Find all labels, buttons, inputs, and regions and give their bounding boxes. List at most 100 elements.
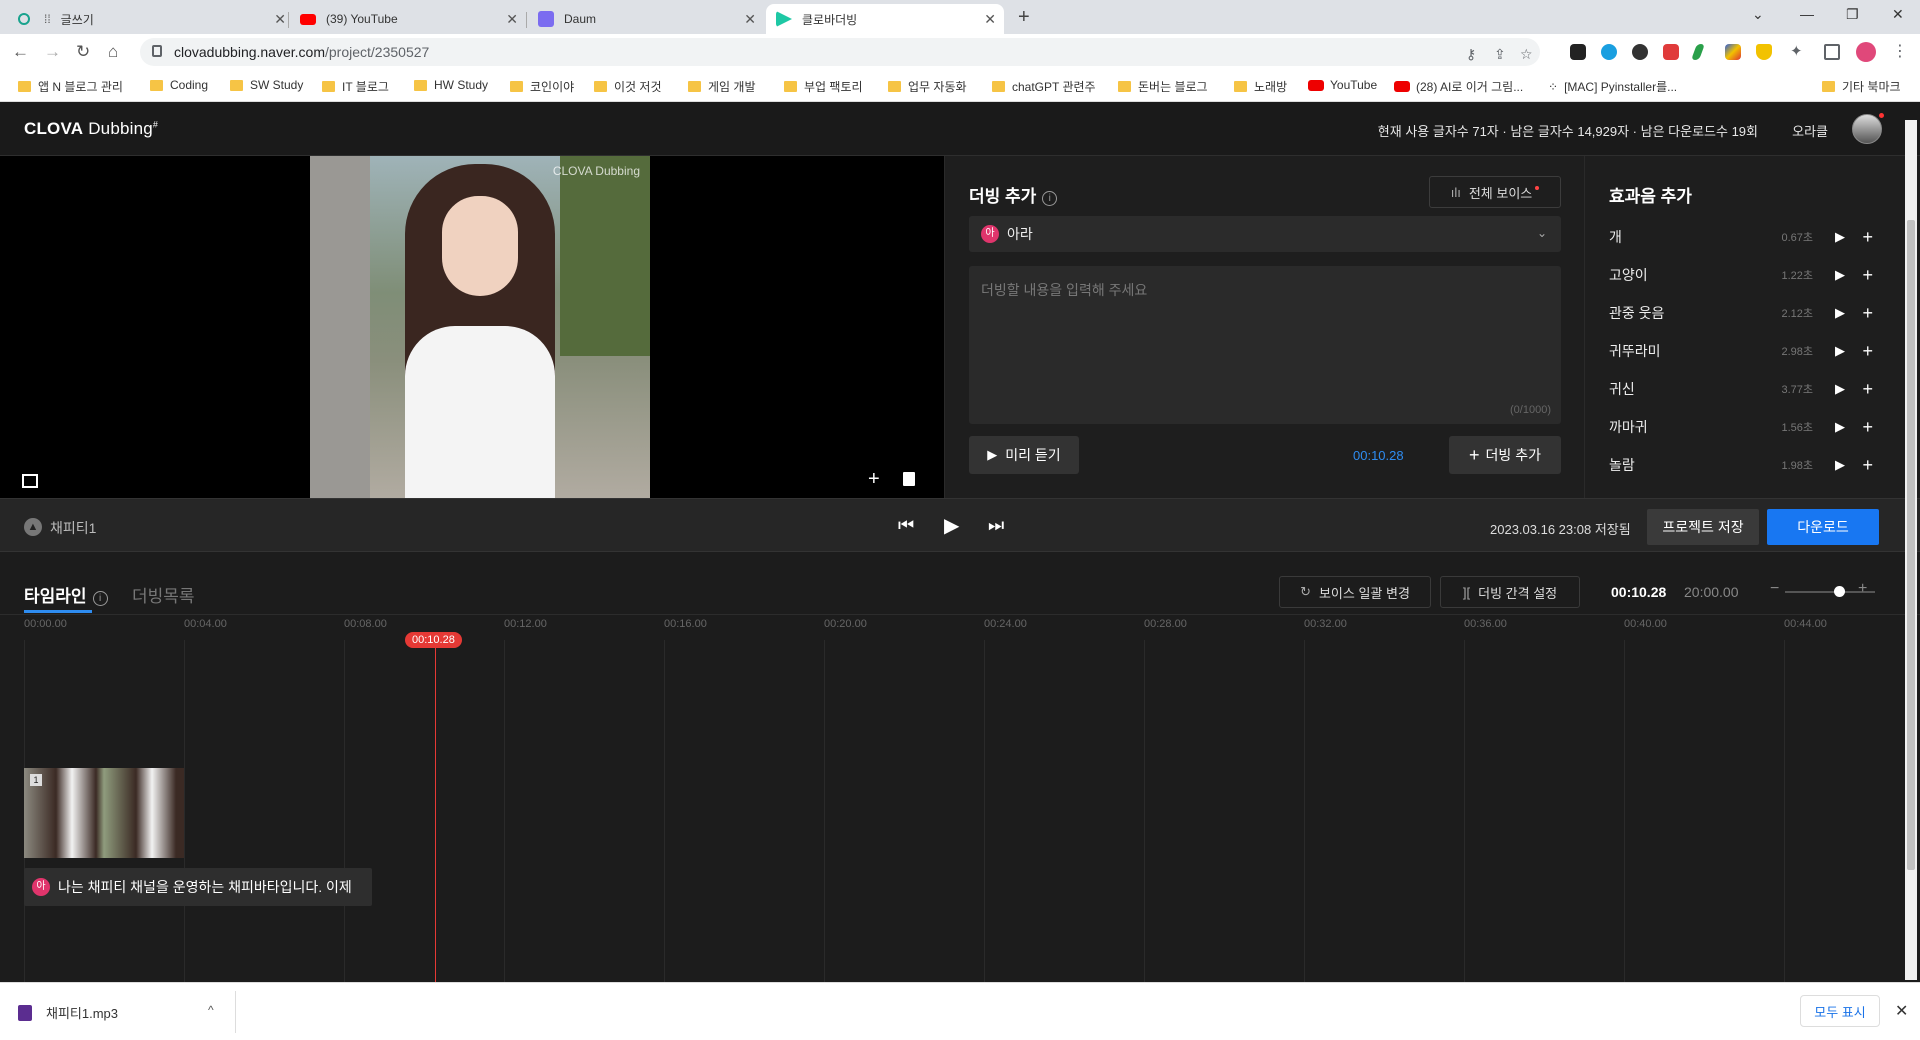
downloaded-file[interactable]: 채피티1.mp3	[18, 1003, 118, 1022]
chevron-up-icon[interactable]: ▲	[24, 518, 42, 536]
close-tab-icon[interactable]: ✕	[506, 11, 518, 28]
play-icon[interactable]: ▶	[1835, 419, 1845, 435]
address-bar[interactable]: clovadubbing.naver.com/project/2350527 ⚷…	[140, 38, 1540, 66]
show-all-button[interactable]: 모두 표시	[1800, 995, 1880, 1027]
bookmark-folder[interactable]: 돈버는 블로그	[1118, 78, 1208, 95]
add-dubbing-button[interactable]: + 더빙 추가	[1449, 436, 1561, 474]
user-name[interactable]: 오라클	[1792, 121, 1828, 140]
sfx-item[interactable]: 귀뚜라미 2.98초 ▶ +	[1609, 332, 1879, 370]
sfx-item[interactable]: 고양이 1.22초 ▶ +	[1609, 256, 1879, 294]
close-tab-icon[interactable]: ✕	[984, 11, 996, 28]
reload-icon[interactable]: ↻	[76, 42, 90, 62]
sfx-item[interactable]: 개 0.67초 ▶ +	[1609, 218, 1879, 256]
browser-tab[interactable]: (39) YouTube ✕	[290, 4, 526, 34]
play-icon[interactable]: ▶	[1835, 229, 1845, 245]
bookmark-folder[interactable]: IT 블로그	[322, 78, 389, 95]
page-scrollbar[interactable]	[1905, 120, 1917, 980]
bookmark-folder[interactable]: 부업 팩토리	[784, 78, 863, 95]
play-icon[interactable]: ▶	[1835, 343, 1845, 359]
minimize-icon[interactable]: —	[1800, 6, 1814, 22]
chrome-menu-icon[interactable]: ⋮	[1892, 44, 1908, 60]
close-icon[interactable]: ✕	[1895, 1001, 1908, 1021]
browser-tab[interactable]: ⁞⁞ 글쓰기 ✕	[8, 4, 294, 34]
back-icon[interactable]: ←	[12, 42, 29, 62]
close-tab-icon[interactable]: ✕	[274, 11, 286, 28]
bookmark-link[interactable]: (28) AI로 이거 그림...	[1394, 78, 1523, 95]
zoom-out-icon[interactable]: −	[1770, 580, 1779, 598]
voice-batch-change-button[interactable]: ↻ 보이스 일괄 변경	[1279, 576, 1431, 608]
tab-timeline[interactable]: 타임라인 i	[24, 582, 108, 607]
play-icon[interactable]: ▶	[944, 513, 959, 538]
info-icon[interactable]: i	[92, 591, 108, 606]
timeline-ruler[interactable]: 00:00.00 00:04.00 00:08.00 00:12.00 00:1…	[0, 618, 1920, 982]
playhead-time-label[interactable]: 00:10.28	[405, 632, 462, 648]
plus-icon[interactable]: +	[1862, 227, 1873, 248]
zoom-in-icon[interactable]: +	[1858, 580, 1867, 598]
play-icon[interactable]: ▶	[1835, 267, 1845, 283]
browser-tab[interactable]: Daum ✕	[528, 4, 764, 34]
plus-icon[interactable]: +	[1862, 379, 1873, 400]
zoom-slider-thumb[interactable]	[1834, 586, 1845, 597]
plus-icon[interactable]: +	[1862, 417, 1873, 438]
profile-avatar-icon[interactable]	[1856, 42, 1876, 62]
skip-back-icon[interactable]: ⏮	[898, 515, 914, 536]
voice-select[interactable]: 아 아라 ⌄	[969, 216, 1561, 252]
bookmark-folder[interactable]: chatGPT 관련주	[992, 78, 1096, 95]
subtitle-off-icon[interactable]	[22, 474, 38, 488]
info-icon[interactable]: i	[1042, 191, 1058, 206]
bookmark-folder[interactable]: Coding	[150, 78, 208, 92]
avatar[interactable]	[1852, 114, 1882, 144]
forward-icon[interactable]: →	[44, 42, 61, 62]
bookmark-folder[interactable]: 이것 저것	[594, 78, 662, 95]
bookmark-folder[interactable]: 앱 N 블로그 관리	[18, 78, 123, 95]
bookmark-folder[interactable]: HW Study	[414, 78, 488, 92]
share-icon[interactable]: ⇪	[1494, 46, 1506, 63]
chevron-up-icon[interactable]: ^	[208, 1003, 214, 1017]
dubbing-interval-button[interactable]: ][더빙 간격 설정	[1440, 576, 1580, 608]
extension-b-icon[interactable]	[1570, 44, 1586, 60]
extension-shield-icon[interactable]	[1756, 44, 1772, 60]
voice-clip[interactable]: 아 나는 채피티 채널을 운영하는 채피바타입니다. 이제	[24, 868, 372, 906]
sfx-item[interactable]: 귀신 3.77초 ▶ +	[1609, 370, 1879, 408]
plus-icon[interactable]: +	[1862, 341, 1873, 362]
bookmark-star-icon[interactable]: ☆	[1520, 46, 1533, 63]
extension-chat-icon[interactable]	[1601, 44, 1617, 60]
bookmark-link[interactable]: YouTube	[1308, 78, 1377, 92]
other-bookmarks[interactable]: 기타 북마크	[1822, 78, 1901, 95]
tab-dubbing-list[interactable]: 더빙목록	[132, 582, 195, 607]
bookmark-folder[interactable]: SW Study	[230, 78, 303, 92]
maximize-icon[interactable]: ❐	[1846, 6, 1859, 23]
extension-compass-icon[interactable]	[1632, 44, 1648, 60]
tab-search-icon[interactable]: ⌄	[1752, 6, 1764, 23]
close-window-icon[interactable]: ✕	[1892, 6, 1904, 23]
extension-record-icon[interactable]	[1663, 44, 1679, 60]
bookmark-folder[interactable]: 코인이야	[510, 78, 574, 95]
sfx-item[interactable]: 관중 웃음 2.12초 ▶ +	[1609, 294, 1879, 332]
plus-icon[interactable]: +	[1862, 303, 1873, 324]
bookmark-folder[interactable]: 업무 자동화	[888, 78, 967, 95]
sfx-item[interactable]: 까마귀 1.56초 ▶ +	[1609, 408, 1879, 446]
sfx-item[interactable]: 놀람 1.98초 ▶ +	[1609, 446, 1879, 484]
new-tab-icon[interactable]: +	[1018, 6, 1030, 29]
play-icon[interactable]: ▶	[1835, 457, 1845, 473]
all-voices-button[interactable]: ılı 전체 보이스	[1429, 176, 1561, 208]
bookmark-folder[interactable]: 노래방	[1234, 78, 1287, 95]
extension-grid-icon[interactable]	[1725, 44, 1741, 60]
add-media-icon[interactable]: +	[868, 468, 880, 491]
project-name[interactable]: 채피티1	[50, 518, 96, 538]
download-button[interactable]: 다운로드	[1767, 509, 1879, 545]
skip-forward-icon[interactable]: ⏭	[988, 515, 1004, 536]
home-icon[interactable]: ⌂	[108, 42, 118, 62]
dubbing-text-input[interactable]: 더빙할 내용을 입력해 주세요 (0/1000)	[969, 266, 1561, 424]
playhead[interactable]	[435, 648, 436, 982]
plus-icon[interactable]: +	[1862, 265, 1873, 286]
preview-listen-button[interactable]: ▶ 미리 듣기	[969, 436, 1079, 474]
play-icon[interactable]: ▶	[1835, 305, 1845, 321]
browser-tab-active[interactable]: 클로바더빙 ✕	[766, 4, 1004, 34]
plus-icon[interactable]: +	[1862, 455, 1873, 476]
trash-icon[interactable]	[903, 472, 915, 486]
side-panel-icon[interactable]	[1824, 44, 1840, 60]
app-logo[interactable]: CLOVA Dubbing#	[24, 119, 158, 139]
video-clip[interactable]: 1	[24, 768, 184, 858]
close-tab-icon[interactable]: ✕	[744, 11, 756, 28]
